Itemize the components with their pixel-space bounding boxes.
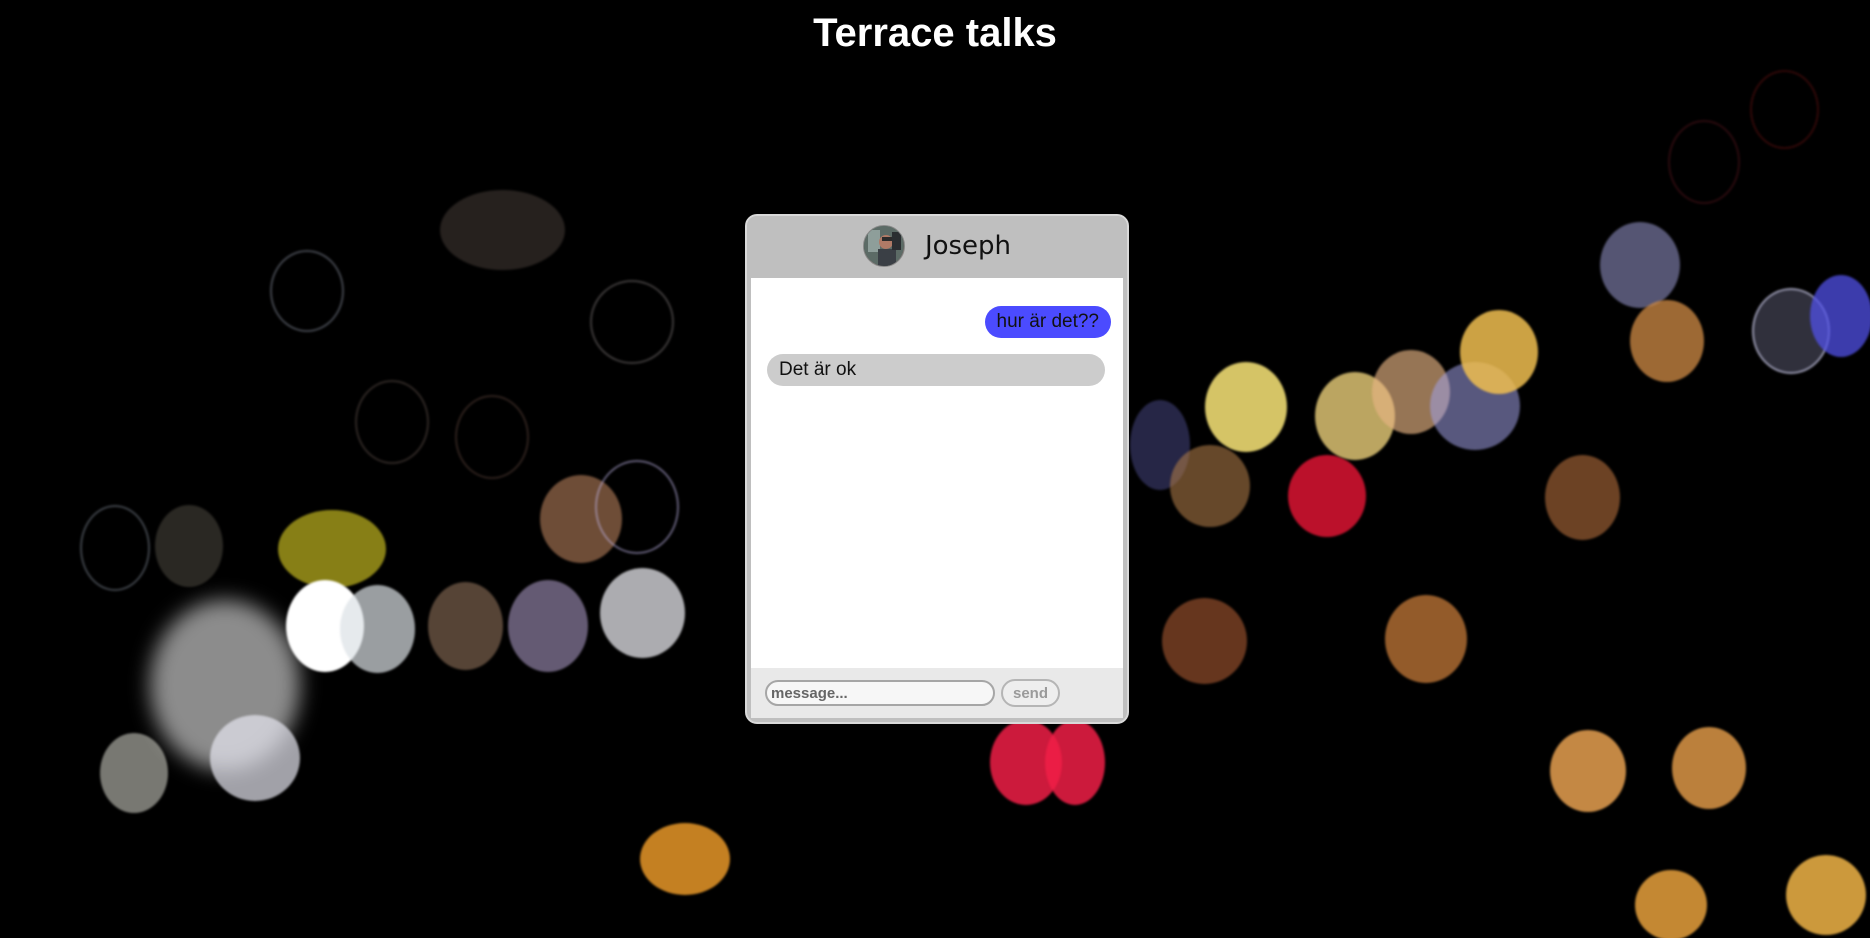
message-outgoing: hur är det??: [984, 306, 1111, 338]
message-list: hur är det?? Det är ok: [751, 278, 1123, 668]
page: Terrace talks Joseph hur är det?? Det är…: [0, 0, 1870, 938]
chat-header: Joseph: [747, 216, 1127, 276]
page-title: Terrace talks: [813, 11, 1057, 55]
contact-name: Joseph: [924, 231, 1012, 261]
message-incoming: Det är ok: [767, 354, 1105, 386]
message-input[interactable]: [765, 680, 995, 706]
send-button[interactable]: send: [1001, 679, 1061, 707]
contact-avatar-icon[interactable]: [862, 225, 905, 267]
chat-window: Joseph hur är det?? Det är ok send: [745, 214, 1129, 724]
message-composer: send: [751, 668, 1123, 718]
